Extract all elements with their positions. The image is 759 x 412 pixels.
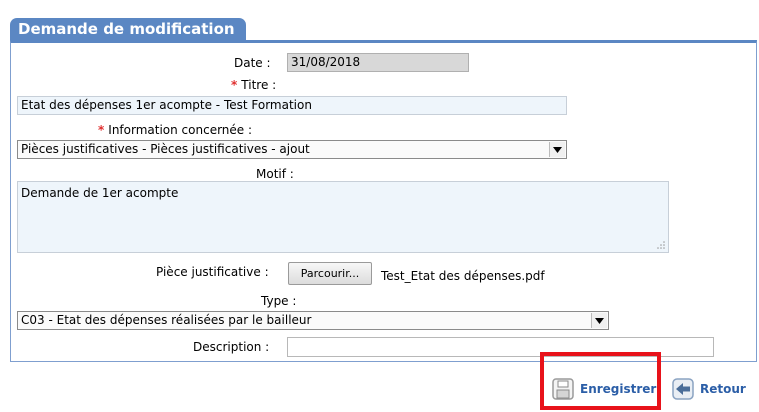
info-select-value: Pièces justificatives - Pièces justifica… (21, 142, 310, 156)
description-label: Description : (193, 340, 270, 354)
info-label-text: Information concernée : (108, 123, 253, 137)
info-label: * Information concernée : (98, 123, 252, 137)
motif-text: Demande de 1er acompte (21, 186, 179, 200)
arrow-left-icon (672, 378, 694, 400)
back-button[interactable]: Retour (672, 378, 746, 400)
titre-input[interactable]: Etat des dépenses 1er acompte - Test For… (17, 96, 567, 115)
required-mark: * (98, 123, 105, 137)
type-select-value: C03 - Etat des dépenses réalisées par le… (21, 313, 312, 327)
chevron-down-icon[interactable] (549, 142, 565, 157)
file-name: Test_Etat des dépenses.pdf (381, 269, 545, 283)
resize-grip-icon[interactable] (657, 241, 665, 249)
type-label: Type : (261, 294, 297, 308)
back-label: Retour (700, 382, 746, 396)
required-mark: * (231, 78, 238, 92)
motif-textarea[interactable]: Demande de 1er acompte (17, 181, 669, 253)
panel-title: Demande de modification (10, 18, 246, 41)
highlight-box (540, 352, 661, 410)
date-label: Date : (234, 56, 271, 70)
piece-label: Pièce justificative : (156, 265, 269, 279)
modification-form: Date : 31/08/2018 * Titre : Etat des dépe… (10, 40, 757, 362)
date-field: 31/08/2018 (287, 53, 469, 72)
chevron-down-icon[interactable] (591, 313, 607, 328)
motif-label: Motif : (256, 167, 294, 181)
info-select[interactable]: Pièces justificatives - Pièces justifica… (17, 140, 567, 159)
titre-label-text: Titre : (241, 78, 277, 92)
type-select[interactable]: C03 - Etat des dépenses réalisées par le… (17, 311, 609, 330)
browse-button[interactable]: Parcourir... (288, 262, 372, 285)
titre-label: * Titre : (231, 78, 276, 92)
